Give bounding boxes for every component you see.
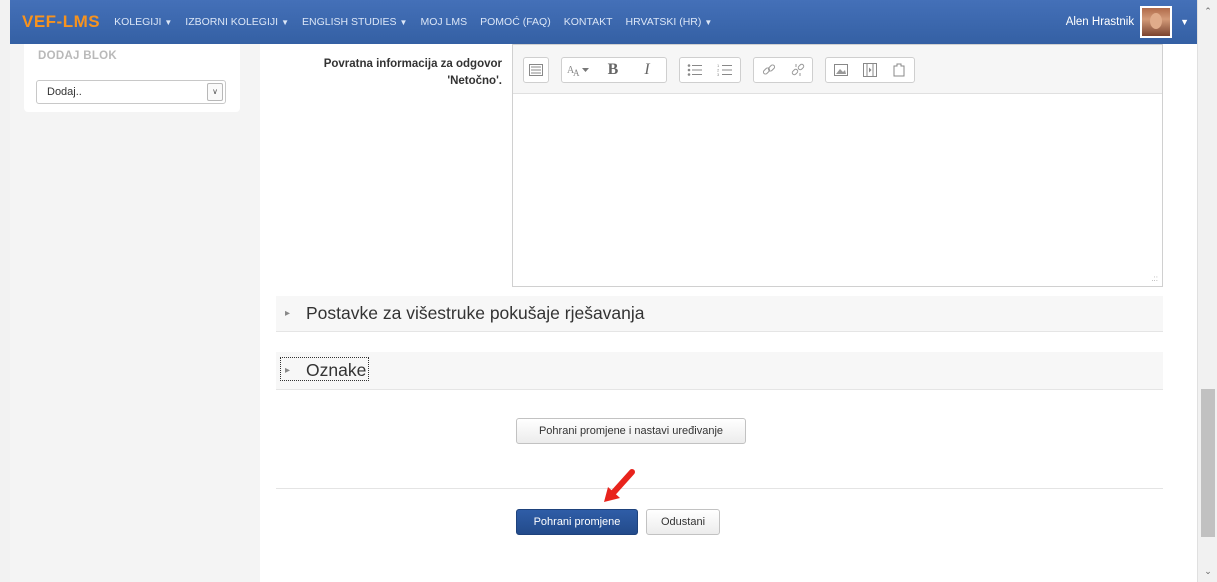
add-block-select[interactable]: Dodaj.. ∨ [36, 80, 226, 104]
top-navbar: VEF-LMS KOLEGIJI ▼ IZBORNI KOLEGIJI ▼ ENGL… [10, 0, 1197, 44]
italic-icon[interactable]: I [630, 58, 664, 82]
annotation-arrow-icon [604, 469, 635, 502]
svg-text:A: A [573, 68, 580, 77]
nav-item-pomoc[interactable]: POMOĆ (FAQ) [480, 16, 551, 28]
paragraph-style-icon[interactable]: AA [562, 58, 596, 82]
section-title[interactable]: Postavke za višestruke pokušaje rješavan… [306, 303, 645, 324]
block-title: DODAJ BLOK [38, 50, 118, 62]
svg-text:3: 3 [717, 72, 720, 77]
caret-down-icon: ▼ [281, 18, 289, 27]
nav-item-english-studies[interactable]: ENGLISH STUDIES ▼ [302, 16, 407, 28]
caret-down-icon: ▼ [164, 18, 173, 27]
cancel-button[interactable]: Odustani [646, 509, 720, 535]
save-and-continue-button[interactable]: Pohrani promjene i nastavi uređivanje [516, 418, 746, 444]
media-icon[interactable] [855, 58, 884, 82]
nav-item-izborni-kolegiji[interactable]: IZBORNI KOLEGIJI ▼ [185, 16, 289, 28]
manage-files-icon[interactable] [884, 58, 913, 82]
avatar[interactable] [1140, 6, 1173, 38]
user-caret-down-icon[interactable]: ▼ [1180, 17, 1189, 27]
section-multiple-tries[interactable]: ▸ Postavke za višestruke pokušaje rješav… [276, 296, 1163, 332]
section-tags[interactable]: ▸ Oznake [276, 352, 1163, 390]
triangle-right-icon[interactable]: ▸ [285, 308, 290, 319]
link-icon[interactable] [754, 58, 783, 82]
nav-item-language[interactable]: HRVATSKI (HR) ▼ [626, 16, 713, 28]
brand-logo[interactable]: VEF-LMS [22, 12, 100, 32]
user-menu[interactable]: Alen Hrastnik ▼ [1066, 6, 1189, 38]
editor-toolbar: AA B I 123 [513, 45, 1162, 94]
triangle-right-icon[interactable]: ▸ [285, 365, 290, 376]
feedback-editor[interactable]: AA B I 123 .:: [512, 44, 1163, 287]
image-icon[interactable] [826, 58, 855, 82]
resize-grip-icon[interactable]: .:: [1151, 274, 1158, 283]
vertical-scrollbar[interactable]: ⌃ ⌄ [1197, 0, 1217, 582]
select-value: Dodaj.. [47, 86, 82, 98]
user-name[interactable]: Alen Hrastnik [1066, 16, 1134, 28]
toolbar-toggle-icon[interactable] [524, 58, 548, 82]
nav-item-moj-lms[interactable]: MOJ LMS [420, 16, 467, 28]
scroll-up-icon[interactable]: ⌃ [1202, 6, 1214, 17]
unlink-icon[interactable] [783, 58, 812, 82]
feedback-textarea[interactable]: .:: [513, 93, 1162, 286]
nav-item-kontakt[interactable]: KONTAKT [564, 16, 613, 28]
scrollbar-thumb[interactable] [1201, 389, 1215, 537]
caret-down-icon: ▼ [399, 18, 408, 27]
chevron-down-icon[interactable]: ∨ [207, 83, 223, 101]
nav-item-kolegiji[interactable]: KOLEGIJI ▼ [114, 16, 172, 28]
sidebar-column [10, 44, 260, 582]
caret-down-icon: ▼ [704, 18, 713, 27]
save-button[interactable]: Pohrani promjene [516, 509, 638, 535]
section-title[interactable]: Oznake [306, 360, 366, 381]
divider [276, 488, 1163, 489]
scroll-down-icon[interactable]: ⌄ [1202, 566, 1214, 577]
feedback-incorrect-label: Povratna informacija za odgovor 'Netočno… [323, 58, 502, 87]
bold-icon[interactable]: B [596, 58, 630, 82]
add-block-panel: DODAJ BLOK Dodaj.. ∨ [24, 44, 240, 112]
ordered-list-icon[interactable]: 123 [710, 58, 740, 82]
unordered-list-icon[interactable] [680, 58, 710, 82]
